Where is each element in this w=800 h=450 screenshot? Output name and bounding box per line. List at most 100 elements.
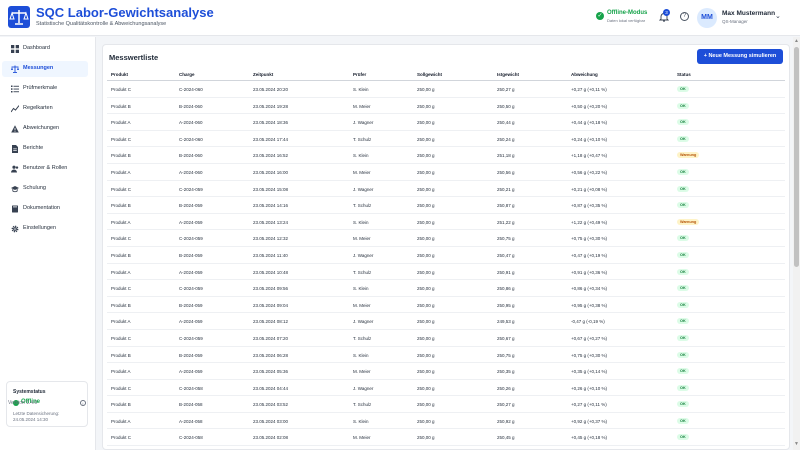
column-header[interactable]: Sollgewicht [417,72,442,77]
table-cell: 250,86 g [497,286,515,292]
table-row[interactable]: Produkt C C-2024-058 23.05.2024 02:08 M. Me… [107,429,785,447]
user-name[interactable]: Max Mustermann [722,10,775,17]
table-cell: J. Wagner [353,319,374,325]
table-cell: Produkt B [111,302,131,308]
table-row[interactable]: Produkt B B-2024-060 23.05.2024 19:28 M. Me… [107,98,785,115]
sidebar-item-berichte[interactable]: Berichte [2,141,88,157]
table-cell: B-2024-060 [179,153,203,159]
scroll-down-icon[interactable]: ▼ [794,441,799,447]
sidebar-item-schulung[interactable]: Schulung [2,181,88,197]
table-cell: 23.05.2024 15:08 [253,186,289,192]
table-cell: J. Wagner [353,385,374,391]
sidebar-item-regelkarten[interactable]: Regelkarten [2,101,88,117]
table-cell: 250,67 g [497,335,515,341]
column-header[interactable]: Prüfer [353,72,366,77]
table-cell: M. Meier [353,435,371,441]
status-badge: OK [677,235,689,242]
table-cell: 250,75 g [497,236,515,242]
table-cell: 250,00 g [417,136,435,142]
table-cell: 250,00 g [417,87,435,92]
table-cell: 250,27 g [497,87,515,92]
avatar[interactable]: MM [697,8,717,28]
table-cell: 250,24 g [497,136,515,142]
table-row[interactable]: Produkt A A-2024-060 23.05.2024 16:00 M. Me… [107,164,785,181]
sidebar-item-abweichungen[interactable]: Abweichungen [2,121,88,137]
table-cell: 250,91 g [497,269,515,275]
column-header[interactable]: Charge [179,72,195,77]
table-cell: 250,00 g [417,418,435,424]
status-badge: OK [677,384,689,391]
document-icon [12,145,18,153]
table-cell: +0,92 g (+0,37 %) [571,418,608,424]
column-header[interactable]: Produkt [111,72,128,77]
table-row[interactable]: Produkt C C-2024-060 23.05.2024 20:20 S. Kl… [107,81,785,98]
table-cell: Produkt B [111,352,131,358]
table-cell: 250,47 g [497,252,515,258]
table-cell: Produkt A [111,120,131,126]
sidebar-item-messungen[interactable]: Messungen [2,61,88,77]
table-cell: +0,87 g (+0,35 %) [571,203,608,209]
table-row[interactable]: Produkt A A-2024-060 23.05.2024 18:36 J. Wa… [107,114,785,131]
sidebar-item-einstellungen[interactable]: Einstellungen [2,221,88,237]
table-row[interactable]: Produkt A A-2024-059 23.05.2024 10:48 T. Sc… [107,264,785,281]
table-cell: 250,00 g [417,335,435,341]
column-header[interactable]: Zeitpunkt [253,72,273,77]
info-icon[interactable]: i [80,400,86,406]
last-sync-value: 24.05.2024 14:30 [13,417,49,422]
table-cell: 249,53 g [497,319,515,325]
sidebar-item-dashboard[interactable]: Dashboard [2,41,88,57]
table-cell: S. Klein [353,352,369,358]
column-header[interactable]: Istgewicht [497,72,519,77]
table-row[interactable]: Produkt C C-2024-059 23.05.2024 12:32 M. Me… [107,230,785,247]
column-header[interactable]: Abweichung [571,72,598,77]
table-row[interactable]: Produkt B B-2024-059 23.05.2024 09:04 M. Me… [107,297,785,314]
table-row[interactable]: Produkt B B-2024-059 23.05.2024 14:16 T. Sc… [107,197,785,214]
table-row[interactable]: Produkt A A-2024-058 23.05.2024 03:00 S. Kl… [107,413,785,430]
table-cell: Produkt B [111,402,131,408]
graduation-icon [11,186,19,193]
table-row[interactable]: Produkt BB-2024-05823.05.2024 01:16J. Wa… [107,446,785,449]
sidebar-item-pruefmerkmale[interactable]: Prüfmerkmale [2,81,88,97]
help-icon[interactable]: ? [680,12,689,21]
table-cell: B-2024-058 [179,402,203,408]
status-badge: OK [677,417,689,424]
last-sync-label: Letzte Datensicherung: [13,411,60,416]
column-header[interactable]: Status [677,72,691,77]
table-row[interactable]: Produkt C C-2024-059 23.05.2024 09:56 S. Kl… [107,280,785,297]
table-row[interactable]: Produkt B B-2024-059 23.05.2024 11:40 J. Wa… [107,247,785,264]
user-role: QS-Manager [722,19,748,24]
sidebar-item-dokumentation[interactable]: Dokumentation [2,201,88,217]
table-row[interactable]: Produkt B B-2024-058 23.05.2024 03:52 T. Sc… [107,396,785,413]
table-row[interactable]: Produkt C C-2024-058 23.05.2024 04:44 J. Wa… [107,380,785,397]
scroll-up-icon[interactable]: ▲ [794,38,799,44]
table-cell: Produkt C [111,435,132,441]
table-row[interactable]: Produkt A A-2024-059 23.05.2024 08:12 J. Wa… [107,313,785,330]
table-cell: -0,47 g (-0,19 %) [571,319,605,325]
sidebar-item-benutzer-rollen[interactable]: Benutzer & Rollen [2,161,88,177]
page-scrollbar[interactable]: ▲ ▼ [793,37,800,450]
table-cell: 250,50 g [497,103,515,109]
chevron-down-icon[interactable]: ⌄ [775,12,781,20]
status-badge: OK [677,268,689,275]
table-cell: T. Schulz [353,402,372,408]
table-row[interactable]: Produkt B B-2024-059 23.05.2024 06:28 S. Kl… [107,347,785,364]
status-badge: OK [677,434,689,441]
table-cell: +0,47 g (+0,19 %) [571,252,608,258]
table-row[interactable]: Produkt C C-2024-059 23.05.2024 07:20 T. Sc… [107,330,785,347]
table-row[interactable]: Produkt C C-2024-059 23.05.2024 15:08 J. Wa… [107,181,785,198]
app-subtitle: Statistische Qualitätskontrolle & Abweic… [36,21,167,27]
table-cell: 23.05.2024 09:56 [253,286,289,292]
table-cell: C-2024-060 [179,136,203,142]
table-cell: A-2024-059 [179,369,203,375]
table-row[interactable]: Produkt A A-2024-059 23.05.2024 13:24 S. Kl… [107,214,785,231]
table-cell: 250,92 g [497,418,515,424]
system-status-title: Systemstatus [13,389,46,395]
app-title: SQC Labor-Gewichtsanalyse [36,5,214,20]
table-row[interactable]: Produkt A A-2024-059 23.05.2024 05:36 M. Me… [107,363,785,380]
offline-subtitle: Daten lokal verfügbar [607,18,646,23]
table-row[interactable]: Produkt C C-2024-060 23.05.2024 17:44 T. Sc… [107,131,785,148]
table-row[interactable]: Produkt B B-2024-060 23.05.2024 16:52 S. Kl… [107,147,785,164]
simulate-measurement-button[interactable]: + Neue Messung simulieren [697,49,783,64]
scrollbar-thumb[interactable] [794,47,799,267]
table-cell: 250,35 g [497,369,515,375]
